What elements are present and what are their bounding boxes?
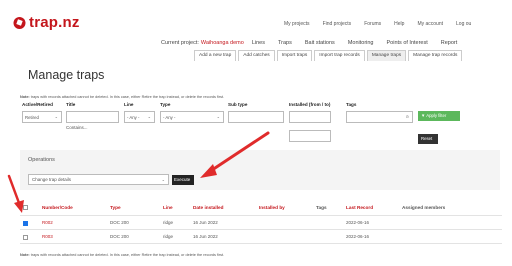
arrow-to-execute-icon: [200, 131, 270, 178]
arrow-to-checkbox-icon: [7, 174, 24, 213]
annotation-arrows: [7, 131, 270, 213]
